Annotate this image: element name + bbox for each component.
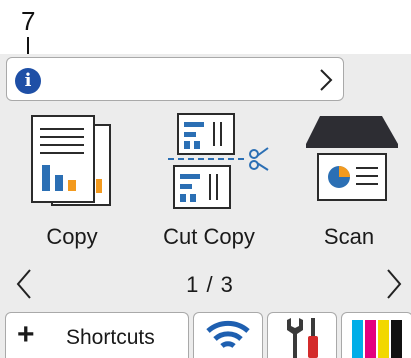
scanner-icon[interactable] (302, 114, 404, 206)
page-indicator: 1 / 3 (186, 272, 234, 297)
chevron-left-icon[interactable] (14, 268, 34, 300)
information-bar[interactable] (6, 57, 344, 101)
chevron-right-icon[interactable] (384, 268, 404, 300)
chevron-right-icon[interactable] (318, 68, 334, 92)
tile-label-copy[interactable]: Copy (28, 223, 116, 251)
copy-document-icon[interactable] (28, 113, 116, 209)
cut-copy-scissors-icon[interactable] (166, 112, 270, 212)
callout-number: 7 (21, 6, 36, 36)
tile-label-scan[interactable]: Scan (304, 223, 394, 251)
tile-label-cut-copy[interactable]: Cut Copy (152, 223, 266, 251)
shortcuts-label: Shortcuts (66, 326, 155, 349)
toner-levels-icon (352, 320, 402, 358)
plus-icon: + (17, 318, 35, 351)
wifi-icon (206, 320, 250, 349)
wrench-screwdriver-icon (287, 318, 318, 358)
info-icon[interactable]: i (15, 68, 41, 94)
